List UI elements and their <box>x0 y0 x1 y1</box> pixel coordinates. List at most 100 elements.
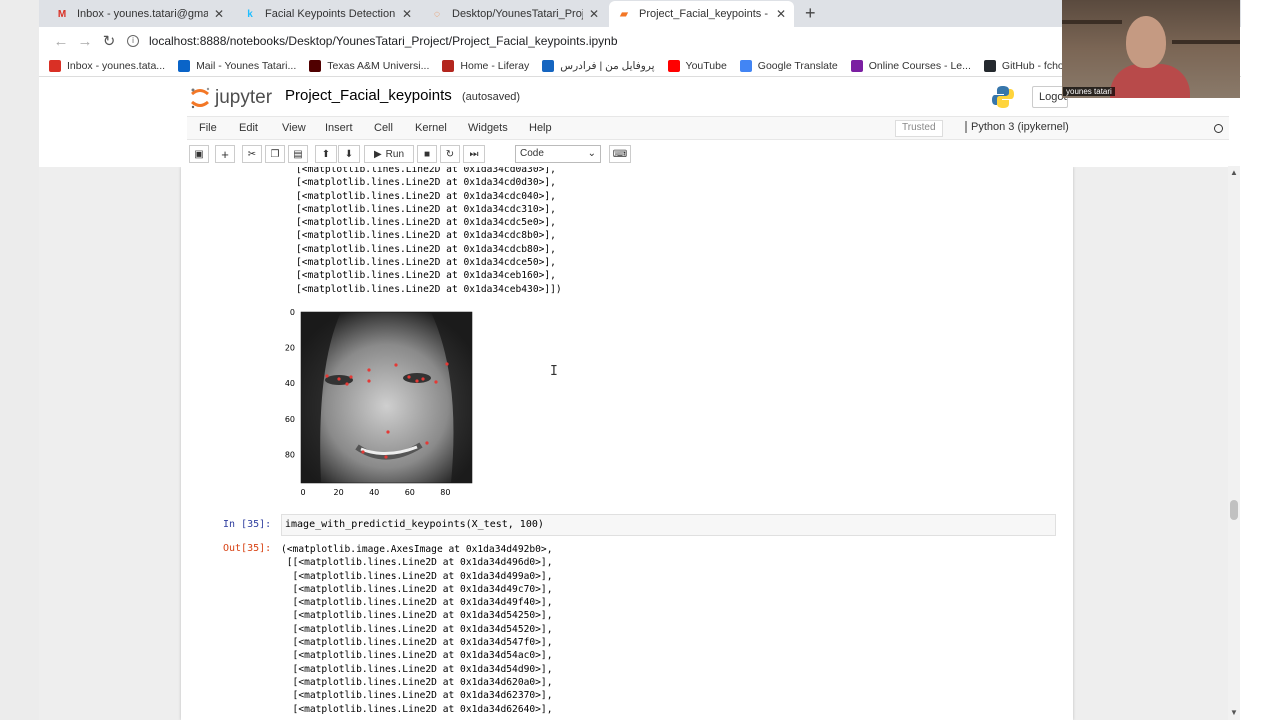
bookmark-label: Online Courses - Le... <box>868 59 971 72</box>
output-line: [<matplotlib.lines.Line2D at 0x1da34d54d… <box>281 663 553 675</box>
code-cell-input[interactable]: image_with_predictid_keypoints(X_test, 1… <box>281 514 1056 536</box>
bookmark-label: Texas A&M Universi... <box>327 59 430 72</box>
notebook-icon: ▰ <box>620 8 628 20</box>
copy-icon[interactable]: ❐ <box>265 145 285 163</box>
run-label: Run <box>385 148 405 160</box>
close-icon[interactable]: ✕ <box>402 7 412 21</box>
chevron-down-icon: ⌄ <box>587 148 596 159</box>
menu-insert[interactable]: Insert <box>325 122 353 134</box>
output-line: [<matplotlib.lines.Line2D at 0x1da34d542… <box>281 610 553 622</box>
right-margin <box>1241 0 1280 720</box>
reload-icon[interactable]: ↻ <box>97 32 121 50</box>
jupyter-logo[interactable]: jupyter <box>189 86 272 110</box>
close-icon[interactable]: ✕ <box>589 7 599 21</box>
menu-help[interactable]: Help <box>529 122 552 134</box>
tab-title: Facial Keypoints Detection | Kaggle <box>265 8 396 20</box>
output-line: (<matplotlib.image.AxesImage at 0x1da34d… <box>281 544 553 555</box>
bookmark-item[interactable]: Inbox - younes.tata... <box>49 59 166 72</box>
paste-icon[interactable]: ▤ <box>288 145 308 163</box>
close-icon[interactable]: ✕ <box>776 7 786 21</box>
run-button[interactable]: ▶ Run <box>364 145 414 163</box>
gmail-icon <box>49 59 61 72</box>
jupyter-brand: jupyter <box>215 87 273 108</box>
output-line: [<matplotlib.lines.Line2D at 0x1da34cdc8… <box>296 230 556 242</box>
play-icon: ▶ <box>373 148 382 160</box>
tab-kaggle[interactable]: k Facial Keypoints Detection | Kaggle ✕ <box>235 1 420 27</box>
menu-view[interactable]: View <box>282 122 306 134</box>
tab-desktop[interactable]: ◌ Desktop/YounesTatari_Project/ ✕ <box>422 1 607 27</box>
bookmark-item[interactable]: Home - Liferay <box>442 59 529 72</box>
restart-icon[interactable]: ↻ <box>440 145 460 163</box>
notebook-page: [<matplotlib.lines.Line2D at 0x1da34cd0a… <box>181 167 1073 720</box>
stop-icon[interactable]: ■ <box>417 145 437 163</box>
cell-type-select[interactable]: Code ⌄ <box>515 145 601 163</box>
output-line: [<matplotlib.lines.Line2D at 0x1da34d54a… <box>281 650 553 662</box>
move-up-icon[interactable]: ⬆ <box>315 145 337 163</box>
output-line: [<matplotlib.lines.Line2D at 0x1da34d49f… <box>281 597 553 609</box>
output-line: [<matplotlib.lines.Line2D at 0x1da34ceb1… <box>296 270 556 282</box>
outlook-icon <box>178 59 191 72</box>
trusted-badge[interactable]: Trusted <box>895 120 943 137</box>
info-icon[interactable]: i <box>127 35 139 47</box>
bookmark-item[interactable]: YouTube <box>667 59 727 72</box>
notebook-name[interactable]: Project_Facial_keypoints <box>285 87 452 104</box>
x-tick-label: 0 <box>300 488 305 497</box>
menu-file[interactable]: File <box>199 122 217 134</box>
back-icon[interactable]: ← <box>49 33 73 50</box>
github-icon <box>983 59 996 72</box>
text-cursor-icon: I <box>550 364 558 379</box>
notebook-toolbar: ▣ + ✂ ❐ ▤ ⬆ ⬇ ▶ Run ■ ↻ ⏭ Code ⌄ ⌨ <box>187 142 1229 166</box>
bookmark-item[interactable]: Mail - Younes Tatari... <box>178 59 296 72</box>
tab-title: Desktop/YounesTatari_Project/ <box>452 8 583 20</box>
gmail-icon: M <box>57 8 67 20</box>
browser-window: M Inbox - younes.tatari@gmail.com ✕ k Fa… <box>39 0 1241 720</box>
presenter-body <box>1110 64 1190 98</box>
bookmark-item[interactable]: Texas A&M Universi... <box>309 59 430 72</box>
forward-icon[interactable]: → <box>73 33 97 50</box>
new-tab-icon[interactable]: + <box>805 3 816 24</box>
python-logo-icon <box>992 86 1014 108</box>
x-tick-label: 40 <box>369 488 379 497</box>
close-icon[interactable]: ✕ <box>214 7 224 21</box>
scrollbar-thumb[interactable] <box>1230 500 1238 520</box>
jupyter-header: jupyter Project_Facial_keypoints (autosa… <box>39 78 1229 116</box>
fast-forward-icon[interactable]: ⏭ <box>463 145 485 163</box>
output-line: [<matplotlib.lines.Line2D at 0x1da34d620… <box>281 676 553 688</box>
autosave-status: (autosaved) <box>462 91 521 103</box>
output-prompt: Out[35]: <box>223 543 272 554</box>
url-field[interactable]: i localhost:8888/notebooks/Desktop/Youne… <box>127 34 618 48</box>
output-line: [<matplotlib.lines.Line2D at 0x1da34cd0d… <box>296 177 556 189</box>
save-icon[interactable]: ▣ <box>189 145 209 163</box>
scroll-up-icon[interactable]: ▲ <box>1230 168 1238 177</box>
move-down-icon[interactable]: ⬇ <box>338 145 360 163</box>
youtube-icon <box>667 59 680 72</box>
kernel-name[interactable]: Python 3 (ipykernel) <box>965 121 1069 133</box>
scrollbar[interactable]: ▲ ▼ <box>1228 166 1240 720</box>
bookmark-item[interactable]: Online Courses - Le... <box>850 59 971 72</box>
output-line: [<matplotlib.lines.Line2D at 0x1da34d49c… <box>281 583 553 595</box>
menu-edit[interactable]: Edit <box>239 122 258 134</box>
output-line: [<matplotlib.lines.Line2D at 0x1da34ceb4… <box>296 283 562 295</box>
add-cell-icon[interactable]: + <box>215 145 235 163</box>
menu-kernel[interactable]: Kernel <box>415 122 447 134</box>
cell-output: (<matplotlib.image.AxesImage at 0x1da34d… <box>281 543 552 716</box>
cut-icon[interactable]: ✂ <box>242 145 262 163</box>
tab-title: Project_Facial_keypoints - Jupyter <box>639 8 770 20</box>
output-line: [<matplotlib.lines.Line2D at 0x1da34d499… <box>281 570 553 582</box>
bookmark-item[interactable]: Google Translate <box>739 59 838 72</box>
keyboard-icon[interactable]: ⌨ <box>609 145 631 163</box>
tab-notebook[interactable]: ▰ Project_Facial_keypoints - Jupyter ✕ <box>609 1 794 27</box>
menu-widgets[interactable]: Widgets <box>468 122 508 134</box>
kaggle-icon: k <box>247 8 253 20</box>
x-tick-label: 80 <box>440 488 450 497</box>
output-line: [<matplotlib.lines.Line2D at 0x1da34cd0a… <box>296 167 556 175</box>
bookmark-label: Inbox - younes.tata... <box>67 59 166 72</box>
bookmark-item[interactable]: پروفایل من | فرادرس <box>542 59 655 72</box>
scroll-down-icon[interactable]: ▼ <box>1230 708 1238 717</box>
tab-inbox[interactable]: M Inbox - younes.tatari@gmail.com ✕ <box>47 1 232 27</box>
output-line: [<matplotlib.lines.Line2D at 0x1da34cdce… <box>296 257 556 269</box>
left-margin <box>0 0 39 720</box>
menu-cell[interactable]: Cell <box>374 122 393 134</box>
bookmark-label: Google Translate <box>757 59 838 72</box>
bookmarks-bar: Inbox - younes.tata... Mail - Younes Tata… <box>39 55 1241 77</box>
